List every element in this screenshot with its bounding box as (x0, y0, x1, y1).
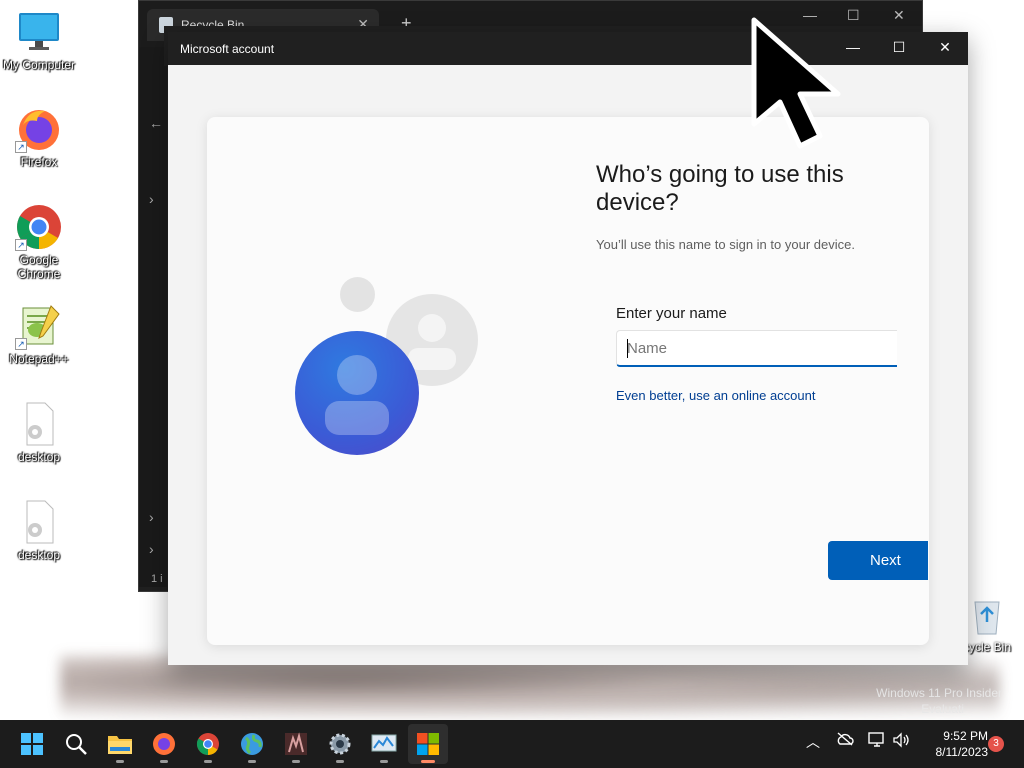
gear-icon (329, 733, 351, 755)
microsoft-logo-icon (417, 733, 439, 755)
clock-date: 8/11/2023 (935, 745, 989, 759)
network-icon[interactable] (868, 732, 886, 751)
taskbar-firefox[interactable] (144, 724, 184, 764)
desktop-icon-desktop-file-2[interactable]: desktop (2, 498, 76, 562)
windows-watermark: Windows 11 Pro Insider (876, 686, 1002, 700)
navigation-pane: ← › › › 1 i (139, 47, 167, 587)
maximize-icon[interactable]: ☐ (847, 7, 860, 24)
shortcut-arrow-icon: ↗ (15, 141, 27, 153)
start-button[interactable] (12, 724, 52, 764)
recycle-bin-icon (967, 596, 1007, 636)
close-icon[interactable]: ✕ (935, 39, 955, 56)
avatar-primary-icon (295, 331, 419, 455)
back-arrow-icon[interactable]: ← (149, 115, 163, 131)
status-item-count: 1 i (151, 573, 163, 585)
desktop-icon-label: Google Chrome (17, 253, 61, 281)
chevron-right-icon[interactable]: › (149, 191, 154, 207)
taskbar-chrome[interactable] (188, 724, 228, 764)
name-field-label: Enter your name (616, 305, 727, 322)
page-heading: Who’s going to use this device? (596, 161, 844, 216)
setup-card: Who’s going to use this device? You’ll u… (207, 117, 929, 645)
clock-time: 9:52 PM (943, 729, 988, 743)
shortcut-arrow-icon: ↗ (15, 239, 27, 251)
volume-icon[interactable] (892, 732, 910, 751)
taskbar-settings[interactable] (320, 724, 360, 764)
desktop-icon-desktop-file[interactable]: desktop (2, 400, 76, 464)
desktop-icon-label: Notepad++ (9, 352, 69, 366)
microsoft-account-window[interactable]: Microsoft account — ☐ ✕ Who’s going to u… (168, 32, 968, 665)
system-clock[interactable]: 9:52 PM 8/11/2023 (918, 728, 989, 760)
search-button[interactable] (56, 724, 96, 764)
page-subtext: You’ll use this name to sign in to your … (596, 237, 855, 252)
maximize-icon[interactable]: ☐ (889, 39, 909, 56)
taskbar-file-explorer[interactable] (100, 724, 140, 764)
taskbar-monitor-app[interactable] (364, 724, 404, 764)
folder-icon (108, 736, 132, 754)
desktop-icon-label: My Computer (2, 58, 76, 72)
next-button[interactable]: Next (828, 541, 928, 580)
desktop-icon-label: desktop (17, 548, 61, 562)
desktop-icon-label: desktop (17, 450, 61, 464)
taskbar: ︿ 9:52 PM 8/11/2023 3 (0, 720, 1024, 768)
dialog-body: Who’s going to use this device? You’ll u… (168, 65, 968, 665)
shortcut-arrow-icon: ↗ (15, 338, 27, 350)
close-icon[interactable]: ✕ (893, 7, 905, 24)
desktop-icon-my-computer[interactable]: My Computer (2, 8, 76, 72)
firefox-icon (153, 733, 175, 755)
taskbar-media-app[interactable] (276, 724, 316, 764)
globe-icon (241, 733, 263, 755)
notification-badge[interactable]: 3 (988, 736, 1004, 752)
chevron-right-icon[interactable]: › (149, 541, 154, 557)
desktop-icon-label: cycle Bin (962, 640, 1012, 654)
search-icon (66, 734, 87, 755)
chrome-icon (197, 733, 219, 755)
window-title: Microsoft account (180, 42, 275, 56)
name-input[interactable] (616, 330, 897, 367)
monitor-icon (15, 8, 63, 56)
performance-monitor-icon (371, 734, 397, 752)
desktop-icon-firefox[interactable]: ↗ Firefox (2, 105, 76, 169)
chevron-up-icon[interactable]: ︿ (806, 732, 820, 752)
settings-file-icon (15, 498, 63, 546)
cloud-offline-icon[interactable] (836, 732, 854, 749)
desktop-icon-chrome[interactable]: ↗ Google Chrome (2, 203, 76, 281)
desktop-icon-notepadpp[interactable]: ↗ Notepad++ (2, 302, 76, 366)
online-account-link[interactable]: Even better, use an online account (616, 388, 815, 403)
minimize-icon[interactable]: — (843, 39, 863, 55)
settings-file-icon (15, 400, 63, 448)
chevron-right-icon[interactable]: › (149, 509, 154, 525)
chrome-icon: ↗ (15, 203, 63, 251)
mouse-pointer-icon (751, 17, 841, 149)
text-caret (627, 339, 628, 358)
notepadpp-icon: ↗ (15, 302, 63, 350)
windows-logo-icon (21, 733, 43, 755)
desktop-icon-label: Firefox (20, 155, 58, 169)
media-app-icon (285, 732, 307, 755)
windows-watermark-evaluation: Evaluati (921, 702, 964, 716)
firefox-icon: ↗ (15, 105, 63, 153)
taskbar-microsoft-store[interactable] (408, 724, 448, 764)
taskbar-globe-app[interactable] (232, 724, 272, 764)
avatar-small-icon (340, 277, 375, 312)
title-bar: Microsoft account — ☐ ✕ (168, 32, 968, 65)
